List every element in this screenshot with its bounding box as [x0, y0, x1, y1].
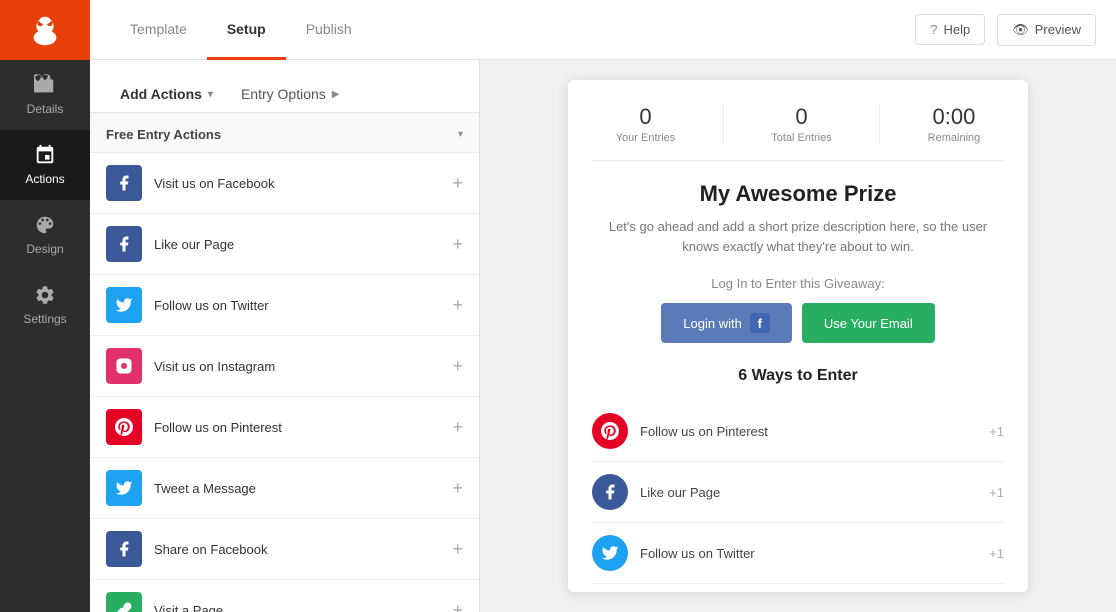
- stat-your-entries: 0 Your Entries: [616, 104, 676, 144]
- actions-panel: Add Actions ▾ Entry Options ▶ Free Entry…: [90, 60, 480, 612]
- action-add-icon-visit-instagram[interactable]: +: [452, 357, 463, 375]
- action-item-follow-twitter[interactable]: Follow us on Twitter +: [90, 275, 479, 336]
- your-entries-value: 0: [616, 104, 676, 130]
- entry-options-chevron-icon: ▶: [332, 89, 340, 100]
- action-add-icon-like-page[interactable]: +: [452, 235, 463, 253]
- action-add-icon-follow-twitter[interactable]: +: [452, 296, 463, 314]
- preview-button[interactable]: 👁 Preview: [997, 14, 1096, 46]
- action-item-visit-instagram[interactable]: Visit us on Instagram +: [90, 336, 479, 397]
- main-area: Template Setup Publish ? Help 👁 Preview: [90, 0, 1116, 612]
- action-label-visit-page: Visit a Page: [154, 603, 440, 612]
- content-area: Add Actions ▾ Entry Options ▶ Free Entry…: [90, 60, 1116, 612]
- entry-action-label-pinterest: Follow us on Pinterest: [640, 424, 977, 439]
- sidebar-item-settings-label: Settings: [23, 312, 66, 326]
- sidebar-item-actions-label: Actions: [25, 172, 64, 186]
- entry-action-points-twitter: +1: [989, 546, 1004, 561]
- action-icon-share-facebook: [106, 531, 142, 567]
- topbar-right: ? Help 👁 Preview: [915, 14, 1096, 46]
- tab-template[interactable]: Template: [110, 0, 207, 60]
- actions-header: Add Actions ▾ Entry Options ▶: [90, 60, 479, 113]
- action-item-visit-fb[interactable]: Visit us on Facebook +: [90, 153, 479, 214]
- entry-action-twitter[interactable]: Follow us on Twitter +1: [592, 523, 1004, 584]
- add-actions-chevron-icon: ▾: [208, 89, 213, 100]
- entry-options-button[interactable]: Entry Options ▶: [227, 76, 354, 112]
- action-item-share-facebook[interactable]: Share on Facebook +: [90, 519, 479, 580]
- action-icon-tweet-message: [106, 470, 142, 506]
- free-entry-section-header: Free Entry Actions ▾: [90, 113, 479, 153]
- action-icon-follow-twitter: [106, 287, 142, 323]
- tab-setup[interactable]: Setup: [207, 0, 286, 60]
- action-label-follow-pinterest: Follow us on Pinterest: [154, 420, 440, 435]
- entry-action-label-like-page: Like our Page: [640, 485, 977, 500]
- action-icon-visit-instagram: [106, 348, 142, 384]
- action-label-follow-twitter: Follow us on Twitter: [154, 298, 440, 313]
- login-buttons: Login with f Use Your Email: [592, 303, 1004, 343]
- your-entries-label: Your Entries: [616, 132, 676, 144]
- login-label: Log In to Enter this Giveaway:: [592, 276, 1004, 291]
- entry-action-points-like-page: +1: [989, 485, 1004, 500]
- entry-action-icon-pinterest: [592, 413, 628, 449]
- action-icon-visit-fb: [106, 165, 142, 201]
- entry-action-icon-like-page: [592, 474, 628, 510]
- sidebar: Details Actions Design Settings: [0, 0, 90, 612]
- action-add-icon-follow-pinterest[interactable]: +: [452, 418, 463, 436]
- logo[interactable]: [0, 0, 90, 60]
- action-add-icon-tweet-message[interactable]: +: [452, 479, 463, 497]
- entry-action-pinterest[interactable]: Follow us on Pinterest +1: [592, 401, 1004, 462]
- action-add-icon-share-facebook[interactable]: +: [452, 540, 463, 558]
- action-item-follow-pinterest[interactable]: Follow us on Pinterest +: [90, 397, 479, 458]
- sidebar-item-settings[interactable]: Settings: [0, 270, 90, 340]
- sidebar-item-design[interactable]: Design: [0, 200, 90, 270]
- action-icon-follow-pinterest: [106, 409, 142, 445]
- action-item-like-page[interactable]: Like our Page +: [90, 214, 479, 275]
- entry-action-like-page[interactable]: Like our Page +1: [592, 462, 1004, 523]
- action-label-tweet-message: Tweet a Message: [154, 481, 440, 496]
- sidebar-item-details-label: Details: [27, 102, 64, 116]
- sidebar-item-details[interactable]: Details: [0, 60, 90, 130]
- topbar-tabs: Template Setup Publish: [110, 0, 915, 59]
- remaining-value: 0:00: [928, 104, 981, 130]
- action-item-visit-page[interactable]: Visit a Page +: [90, 580, 479, 612]
- login-email-button[interactable]: Use Your Email: [802, 303, 935, 343]
- action-label-visit-fb: Visit us on Facebook: [154, 176, 440, 191]
- prize-title: My Awesome Prize: [592, 181, 1004, 207]
- sidebar-item-design-label: Design: [26, 242, 63, 256]
- sidebar-item-actions[interactable]: Actions: [0, 130, 90, 200]
- total-entries-label: Total Entries: [771, 132, 832, 144]
- add-actions-button[interactable]: Add Actions ▾: [106, 76, 227, 112]
- actions-scroll[interactable]: Free Entry Actions ▾ Visit us on Faceboo…: [90, 113, 479, 612]
- topbar: Template Setup Publish ? Help 👁 Preview: [90, 0, 1116, 60]
- action-add-icon-visit-page[interactable]: +: [452, 601, 463, 612]
- total-entries-value: 0: [771, 104, 832, 130]
- ways-to-enter-title: 6 Ways to Enter: [592, 367, 1004, 385]
- action-label-visit-instagram: Visit us on Instagram: [154, 359, 440, 374]
- login-facebook-button[interactable]: Login with f: [661, 303, 792, 343]
- free-actions-list: Visit us on Facebook + Like our Page + F…: [90, 153, 479, 612]
- tab-publish[interactable]: Publish: [286, 0, 372, 60]
- entry-action-points-pinterest: +1: [989, 424, 1004, 439]
- action-label-share-facebook: Share on Facebook: [154, 542, 440, 557]
- remaining-label: Remaining: [928, 132, 981, 144]
- preview-area: 0 Your Entries 0 Total Entries 0:00 Rema…: [480, 60, 1116, 612]
- action-icon-visit-page: [106, 592, 142, 612]
- entry-action-label-twitter: Follow us on Twitter: [640, 546, 977, 561]
- preview-card: 0 Your Entries 0 Total Entries 0:00 Rema…: [568, 80, 1028, 592]
- entry-action-icon-twitter: [592, 535, 628, 571]
- preview-stats: 0 Your Entries 0 Total Entries 0:00 Rema…: [592, 104, 1004, 161]
- free-section-title: Free Entry Actions: [106, 127, 221, 142]
- action-add-icon-visit-fb[interactable]: +: [452, 174, 463, 192]
- entry-actions-list: Follow us on Pinterest +1 Like our Page …: [592, 401, 1004, 584]
- prize-description: Let's go ahead and add a short prize des…: [592, 217, 1004, 256]
- facebook-icon: f: [750, 313, 770, 333]
- stat-remaining: 0:00 Remaining: [928, 104, 981, 144]
- free-section-chevron-icon[interactable]: ▾: [458, 129, 463, 140]
- action-label-like-page: Like our Page: [154, 237, 440, 252]
- action-item-tweet-message[interactable]: Tweet a Message +: [90, 458, 479, 519]
- action-icon-like-page: [106, 226, 142, 262]
- stat-total-entries: 0 Total Entries: [771, 104, 832, 144]
- help-button[interactable]: ? Help: [915, 14, 985, 45]
